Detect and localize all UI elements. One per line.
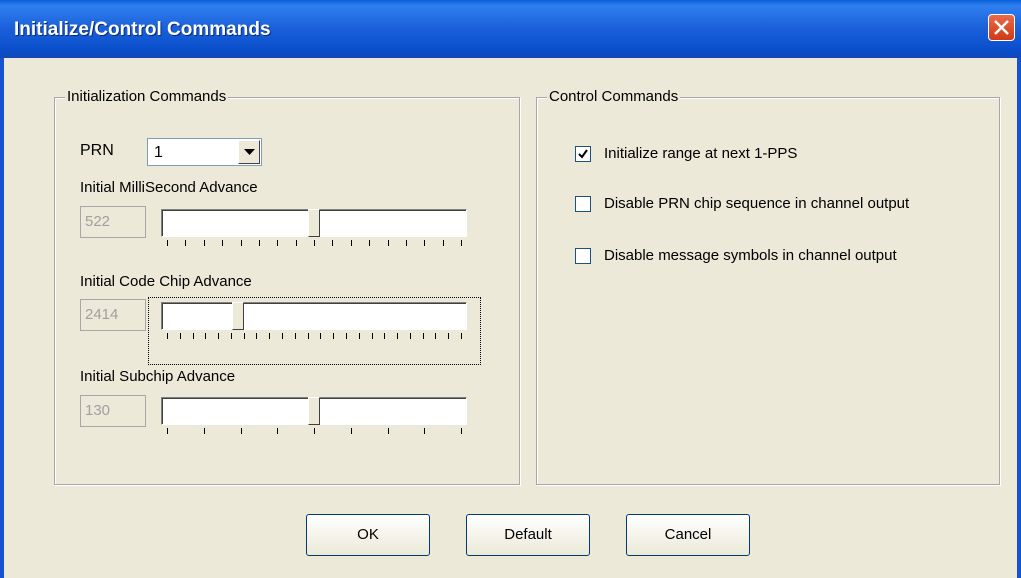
close-icon xyxy=(994,20,1009,35)
slider-tick xyxy=(256,333,257,339)
slider-tick xyxy=(204,240,205,246)
prn-label: PRN xyxy=(80,142,114,159)
disable-message-symbols-label: Disable message symbols in channel outpu… xyxy=(604,247,897,264)
initialize-range-label: Initialize range at next 1-PPS xyxy=(604,145,798,162)
slider-tick xyxy=(351,428,352,434)
disable-prn-chip-checkbox[interactable] xyxy=(575,196,591,212)
millisecond-advance-ticks xyxy=(161,240,467,248)
slider-tick xyxy=(277,240,278,246)
slider-tick xyxy=(406,240,407,246)
window-title: Initialize/Control Commands xyxy=(14,19,271,40)
millisecond-advance-slider[interactable] xyxy=(161,209,467,237)
slider-tick xyxy=(218,333,219,339)
slider-tick xyxy=(193,333,194,339)
check-icon xyxy=(578,149,588,159)
slider-tick xyxy=(351,240,352,246)
initialize-range-checkbox[interactable] xyxy=(575,146,591,162)
slider-tick xyxy=(167,240,168,246)
slider-tick xyxy=(308,333,309,339)
code-chip-advance-slider[interactable] xyxy=(161,302,467,330)
millisecond-advance-thumb[interactable] xyxy=(308,209,320,237)
code-chip-advance-ticks xyxy=(161,333,467,341)
ok-button[interactable]: OK xyxy=(306,514,430,556)
slider-tick xyxy=(333,333,334,339)
cancel-button[interactable]: Cancel xyxy=(626,514,750,556)
slider-tick xyxy=(461,240,462,246)
slider-tick xyxy=(231,333,232,339)
slider-tick xyxy=(241,240,242,246)
slider-tick xyxy=(222,240,223,246)
initialization-group-label: Initialization Commands xyxy=(65,88,229,105)
subchip-advance-thumb[interactable] xyxy=(308,397,320,425)
slider-tick xyxy=(424,428,425,434)
slider-tick xyxy=(167,428,168,434)
millisecond-advance-field[interactable]: 522 xyxy=(80,206,146,238)
slider-tick xyxy=(369,240,370,246)
slider-tick xyxy=(295,333,296,339)
subchip-advance-field[interactable]: 130 xyxy=(80,395,146,427)
slider-tick xyxy=(314,428,315,434)
slider-tick xyxy=(346,333,347,339)
slider-tick xyxy=(320,333,321,339)
slider-tick xyxy=(397,333,398,339)
slider-tick xyxy=(443,240,444,246)
slider-tick xyxy=(296,240,297,246)
code-chip-advance-field[interactable]: 2414 xyxy=(80,299,146,331)
slider-tick xyxy=(204,428,205,434)
code-chip-advance-label: Initial Code Chip Advance xyxy=(80,273,252,290)
prn-select-value: 1 xyxy=(154,144,163,161)
disable-prn-chip-label: Disable PRN chip sequence in channel out… xyxy=(604,195,910,212)
slider-tick xyxy=(435,333,436,339)
slider-tick xyxy=(205,333,206,339)
slider-tick xyxy=(277,428,278,434)
slider-tick xyxy=(461,333,462,339)
default-button[interactable]: Default xyxy=(466,514,590,556)
slider-tick xyxy=(359,333,360,339)
slider-tick xyxy=(372,333,373,339)
prn-select[interactable]: 1 xyxy=(147,138,262,166)
slider-tick xyxy=(259,240,260,246)
slider-tick xyxy=(269,333,270,339)
control-group-label: Control Commands xyxy=(547,88,681,105)
slider-tick xyxy=(332,240,333,246)
window-frame-right xyxy=(1017,58,1021,578)
slider-tick xyxy=(244,333,245,339)
slider-tick xyxy=(384,333,385,339)
slider-tick xyxy=(314,240,315,246)
chevron-down-icon xyxy=(244,149,255,155)
subchip-advance-ticks xyxy=(161,428,467,436)
slider-tick xyxy=(185,240,186,246)
slider-tick xyxy=(282,333,283,339)
slider-tick xyxy=(448,333,449,339)
close-button[interactable] xyxy=(988,14,1015,41)
title-bar[interactable]: Initialize/Control Commands xyxy=(0,0,1021,58)
slider-tick xyxy=(461,428,462,434)
subchip-advance-label: Initial Subchip Advance xyxy=(80,368,236,385)
slider-tick xyxy=(423,333,424,339)
disable-message-symbols-checkbox[interactable] xyxy=(575,248,591,264)
code-chip-advance-thumb[interactable] xyxy=(232,302,244,330)
slider-tick xyxy=(410,333,411,339)
prn-dropdown-button[interactable] xyxy=(238,140,260,164)
slider-tick xyxy=(167,333,168,339)
millisecond-advance-label: Initial MilliSecond Advance xyxy=(80,179,258,196)
slider-tick xyxy=(180,333,181,339)
slider-tick xyxy=(424,240,425,246)
slider-tick xyxy=(388,428,389,434)
slider-tick xyxy=(241,428,242,434)
slider-tick xyxy=(388,240,389,246)
subchip-advance-slider[interactable] xyxy=(161,397,467,425)
